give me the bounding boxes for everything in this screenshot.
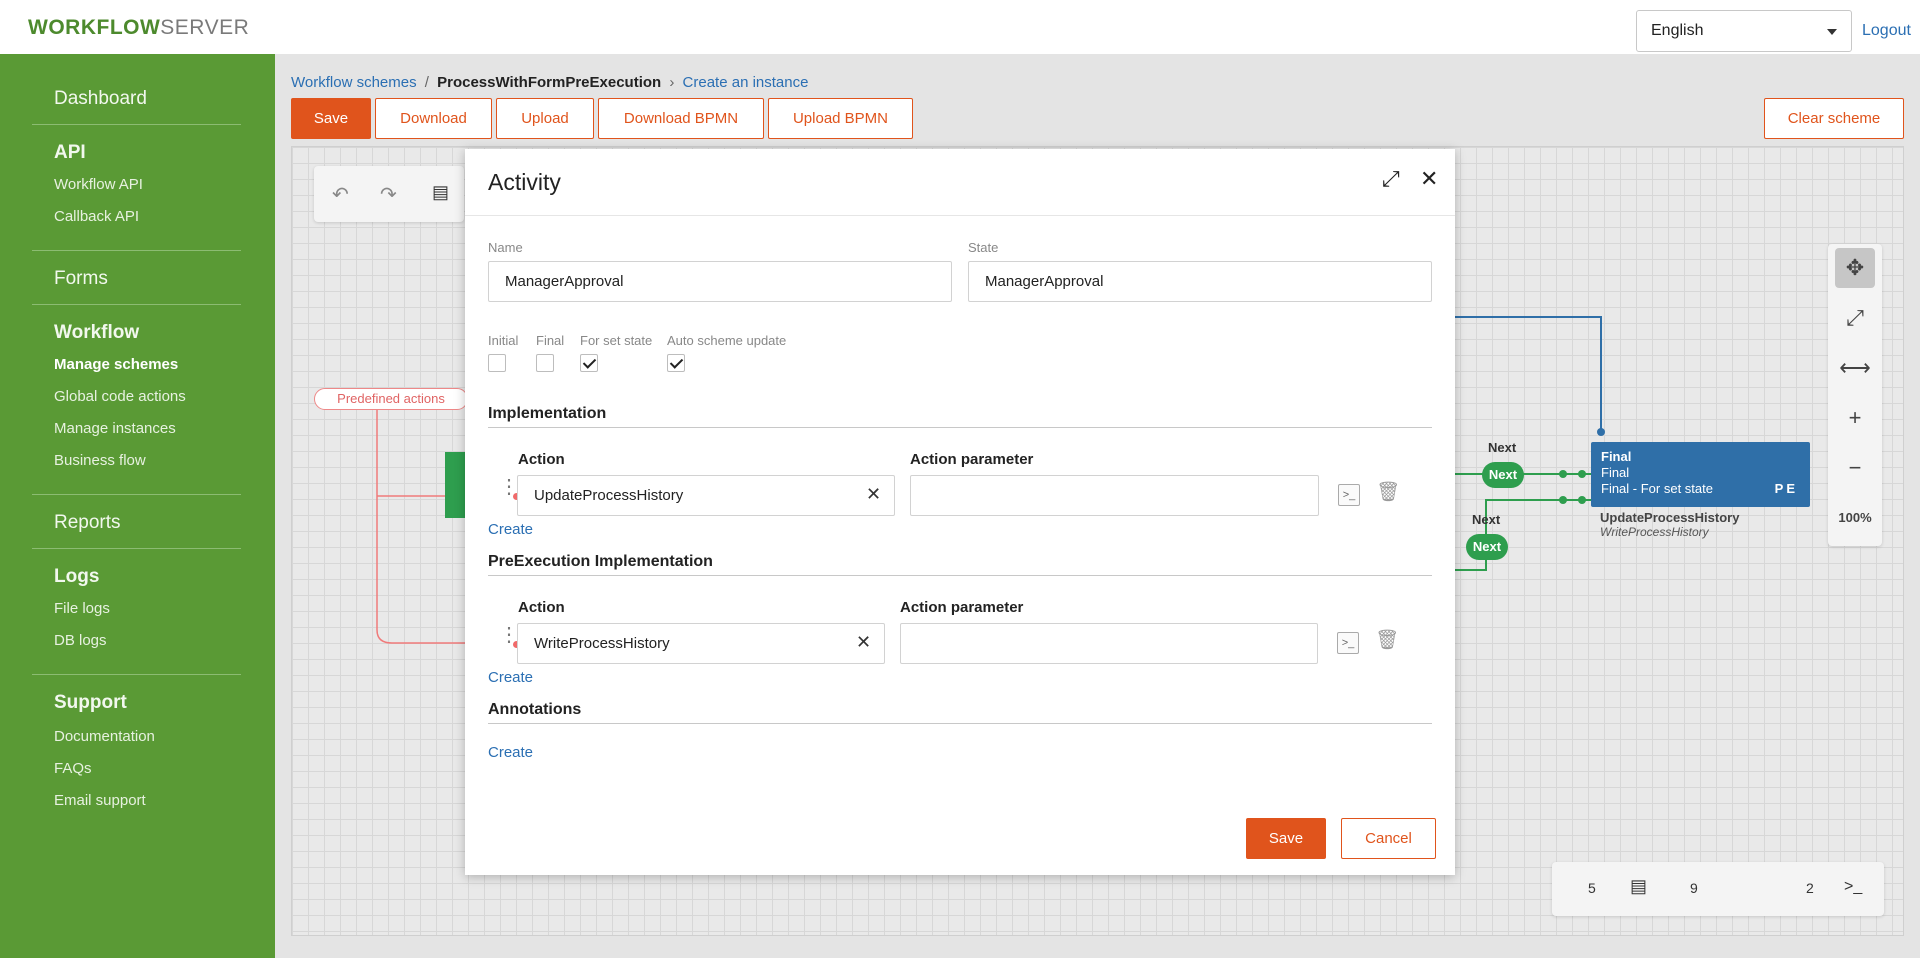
- node-preaction-label: WriteProcessHistory: [1600, 525, 1709, 539]
- activity-dialog: Activity ⤢ ✕ Name ManagerApproval State …: [465, 149, 1455, 875]
- name-field[interactable]: ManagerApproval: [488, 261, 952, 302]
- commands-count: 2: [1806, 880, 1814, 896]
- activity-node-partial[interactable]: [445, 452, 465, 518]
- dialog-cancel-button[interactable]: Cancel: [1341, 818, 1436, 859]
- action-parameter-field[interactable]: [910, 475, 1319, 516]
- final-checkbox[interactable]: [536, 354, 554, 372]
- code-editor-icon[interactable]: >_: [1337, 632, 1359, 654]
- drag-handle-icon[interactable]: ⋮: [499, 625, 519, 645]
- auto-scheme-update-label: Auto scheme update: [667, 333, 787, 348]
- initial-checkbox[interactable]: [488, 354, 506, 372]
- create-annotation-link[interactable]: Create: [488, 744, 533, 761]
- state-field[interactable]: ManagerApproval: [968, 261, 1432, 302]
- initial-label: Initial: [488, 333, 519, 348]
- pre-execution-section: PreExecution Implementation: [488, 553, 1432, 576]
- zoom-in-icon[interactable]: +: [1835, 398, 1875, 438]
- pre-action-select[interactable]: WriteProcessHistory: [517, 623, 885, 664]
- clear-icon[interactable]: ✕: [856, 632, 871, 653]
- transition-label: Next: [1488, 440, 1517, 455]
- action-parameter-label: Action parameter: [900, 599, 1024, 616]
- create-pre-execution-link[interactable]: Create: [488, 669, 533, 686]
- state-label: State: [968, 240, 999, 255]
- zoom-toolbar: ✥ ⤢ ⟷ + − 100%: [1828, 244, 1882, 546]
- transition-pill[interactable]: Next: [1482, 462, 1524, 488]
- activity-node-final[interactable]: Final Final Final - For set state PE: [1591, 442, 1810, 507]
- drag-handle-icon[interactable]: ⋮: [499, 477, 519, 497]
- code-editor-icon[interactable]: >_: [1338, 484, 1360, 506]
- action-label: Action: [518, 451, 565, 468]
- auto-scheme-update-checkbox[interactable]: [667, 354, 685, 372]
- action-select[interactable]: UpdateProcessHistory: [517, 475, 895, 516]
- bottom-toolbar: 5 ▤ 9 2 >_: [1552, 862, 1884, 916]
- dialog-title: Activity: [488, 169, 561, 195]
- predefined-actions-badge[interactable]: Predefined actions: [314, 388, 468, 410]
- zoom-out-icon[interactable]: −: [1835, 448, 1875, 488]
- trash-icon[interactable]: 🗑: [1375, 628, 1399, 652]
- final-label: Final: [536, 333, 565, 348]
- action-parameter-label: Action parameter: [910, 451, 1034, 468]
- action-label: Action: [518, 599, 565, 616]
- pre-action-parameter-field[interactable]: [900, 623, 1318, 664]
- dialog-save-button[interactable]: Save: [1246, 818, 1326, 859]
- zoom-level: 100%: [1838, 510, 1872, 525]
- implementation-section: Implementation: [488, 405, 1432, 428]
- fullscreen-icon[interactable]: ⤢: [1835, 298, 1875, 338]
- node-action-label: UpdateProcessHistory: [1600, 510, 1740, 525]
- clear-icon[interactable]: ✕: [866, 484, 881, 505]
- expand-icon[interactable]: ⤢: [1382, 166, 1400, 192]
- activities-count: 5: [1588, 880, 1596, 896]
- for-set-state-label: For set state: [580, 333, 653, 348]
- dialog-header: Activity ⤢ ✕: [465, 149, 1455, 216]
- for-set-state-checkbox[interactable]: [580, 354, 598, 372]
- close-icon[interactable]: ✕: [1420, 166, 1438, 192]
- terminal-icon[interactable]: >_: [1844, 878, 1862, 896]
- move-icon[interactable]: ✥: [1835, 248, 1875, 288]
- annotations-section: Annotations: [488, 701, 1432, 724]
- fit-width-icon[interactable]: ⟷: [1835, 348, 1875, 388]
- trash-icon[interactable]: 🗑: [1376, 480, 1400, 504]
- name-label: Name: [488, 240, 523, 255]
- pre-execution-badge: PE: [1774, 481, 1798, 496]
- info-panel-icon[interactable]: ▤: [1630, 876, 1647, 897]
- create-implementation-link[interactable]: Create: [488, 521, 533, 538]
- transitions-count: 9: [1690, 880, 1698, 896]
- transition-pill[interactable]: Next: [1466, 534, 1508, 560]
- transition-label: Next: [1472, 512, 1501, 527]
